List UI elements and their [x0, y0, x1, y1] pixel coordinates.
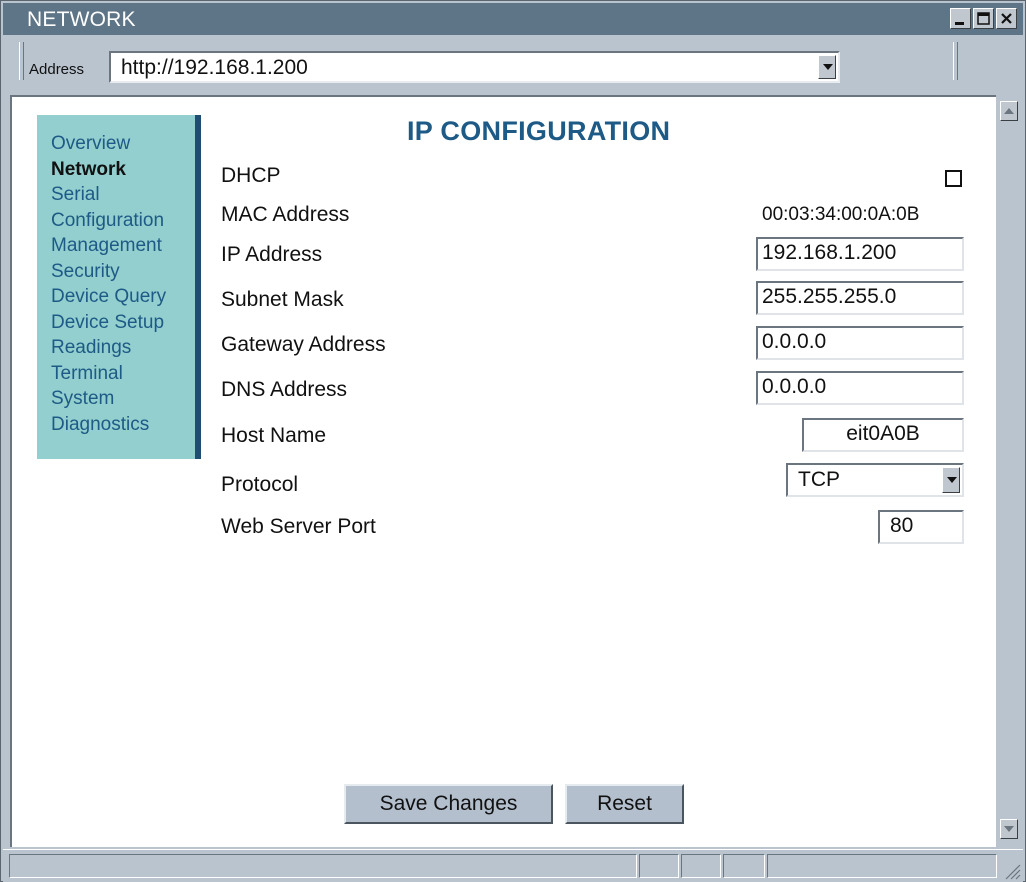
dhcp-label: DHCP — [221, 164, 281, 187]
maximize-icon — [977, 12, 990, 25]
sidebar-item-security[interactable]: Security — [37, 259, 195, 285]
sidebar-item-overview[interactable]: Overview — [37, 131, 195, 157]
save-changes-button[interactable]: Save Changes — [344, 784, 553, 824]
address-dropdown-button[interactable] — [818, 55, 836, 79]
dns-address-label: DNS Address — [221, 378, 348, 401]
status-cell — [681, 854, 721, 878]
title-bar: NETWORK — [3, 3, 1023, 35]
status-cell — [723, 854, 765, 878]
window-controls — [950, 8, 1017, 29]
protocol-dropdown-button[interactable] — [942, 467, 960, 493]
sidebar-item-device-setup[interactable]: Device Setup — [37, 310, 195, 336]
minimize-button[interactable] — [950, 8, 971, 29]
chevron-down-icon — [947, 477, 957, 483]
scroll-down-button[interactable] — [1000, 819, 1018, 839]
web-server-port-input[interactable]: 80 — [878, 510, 964, 544]
sidebar-nav: Overview Network Serial Configuration Ma… — [37, 115, 201, 459]
dhcp-checkbox[interactable] — [945, 170, 962, 187]
protocol-label: Protocol — [221, 473, 299, 496]
reset-button[interactable]: Reset — [565, 784, 684, 824]
browser-window: NETWORK Address http://192.168.1.200 Ove… — [0, 0, 1026, 882]
protocol-select[interactable]: TCP — [786, 463, 964, 497]
host-name-label: Host Name — [221, 424, 327, 447]
address-url: http://192.168.1.200 — [121, 56, 308, 79]
toolbar-grip-right[interactable] — [953, 42, 958, 80]
scroll-up-button[interactable] — [1000, 101, 1018, 121]
chevron-up-icon — [1004, 108, 1014, 114]
toolbar-grip[interactable] — [19, 42, 24, 80]
chevron-down-icon — [823, 64, 833, 70]
sidebar-item-readings[interactable]: Readings — [37, 335, 195, 361]
mac-address-value: 00:03:34:00:0A:0B — [762, 204, 920, 225]
subnet-mask-input[interactable]: 255.255.255.0 — [756, 281, 964, 315]
dns-address-input[interactable]: 0.0.0.0 — [756, 371, 964, 405]
gateway-address-label: Gateway Address — [221, 333, 386, 356]
status-cell — [639, 854, 679, 878]
window-title: NETWORK — [27, 8, 136, 31]
sidebar-item-system[interactable]: System — [37, 386, 195, 412]
ip-address-input[interactable]: 192.168.1.200 — [756, 237, 964, 271]
mac-address-label: MAC Address — [221, 203, 350, 226]
resize-grip-icon[interactable] — [1003, 862, 1021, 880]
address-bar: Address http://192.168.1.200 — [3, 37, 1023, 87]
ip-address-label: IP Address — [221, 243, 323, 266]
web-server-port-label: Web Server Port — [221, 515, 376, 538]
status-cell-main — [9, 854, 637, 878]
chevron-down-icon — [1004, 826, 1014, 832]
minimize-icon — [955, 22, 964, 25]
sidebar-item-serial[interactable]: Serial — [37, 182, 195, 208]
sidebar-item-management[interactable]: Management — [37, 233, 195, 259]
address-label: Address — [29, 61, 85, 78]
protocol-value: TCP — [798, 468, 840, 491]
maximize-button[interactable] — [973, 8, 994, 29]
sidebar-item-configuration[interactable]: Configuration — [37, 208, 195, 234]
sidebar-item-terminal[interactable]: Terminal — [37, 361, 195, 387]
address-input[interactable]: http://192.168.1.200 — [109, 51, 840, 83]
status-cell-zone — [767, 854, 997, 878]
vertical-scrollbar[interactable] — [996, 97, 1020, 847]
page-title: IP CONFIGURATION — [407, 116, 671, 146]
close-icon — [1001, 13, 1012, 24]
subnet-mask-label: Subnet Mask — [221, 288, 344, 311]
sidebar-item-device-query[interactable]: Device Query — [37, 284, 195, 310]
sidebar-item-diagnostics[interactable]: Diagnostics — [37, 412, 195, 438]
status-bar — [3, 849, 1023, 882]
gateway-address-input[interactable]: 0.0.0.0 — [756, 326, 964, 360]
host-name-input[interactable]: eit0A0B — [802, 418, 964, 452]
sidebar-item-network[interactable]: Network — [37, 157, 195, 183]
close-button[interactable] — [996, 8, 1017, 29]
